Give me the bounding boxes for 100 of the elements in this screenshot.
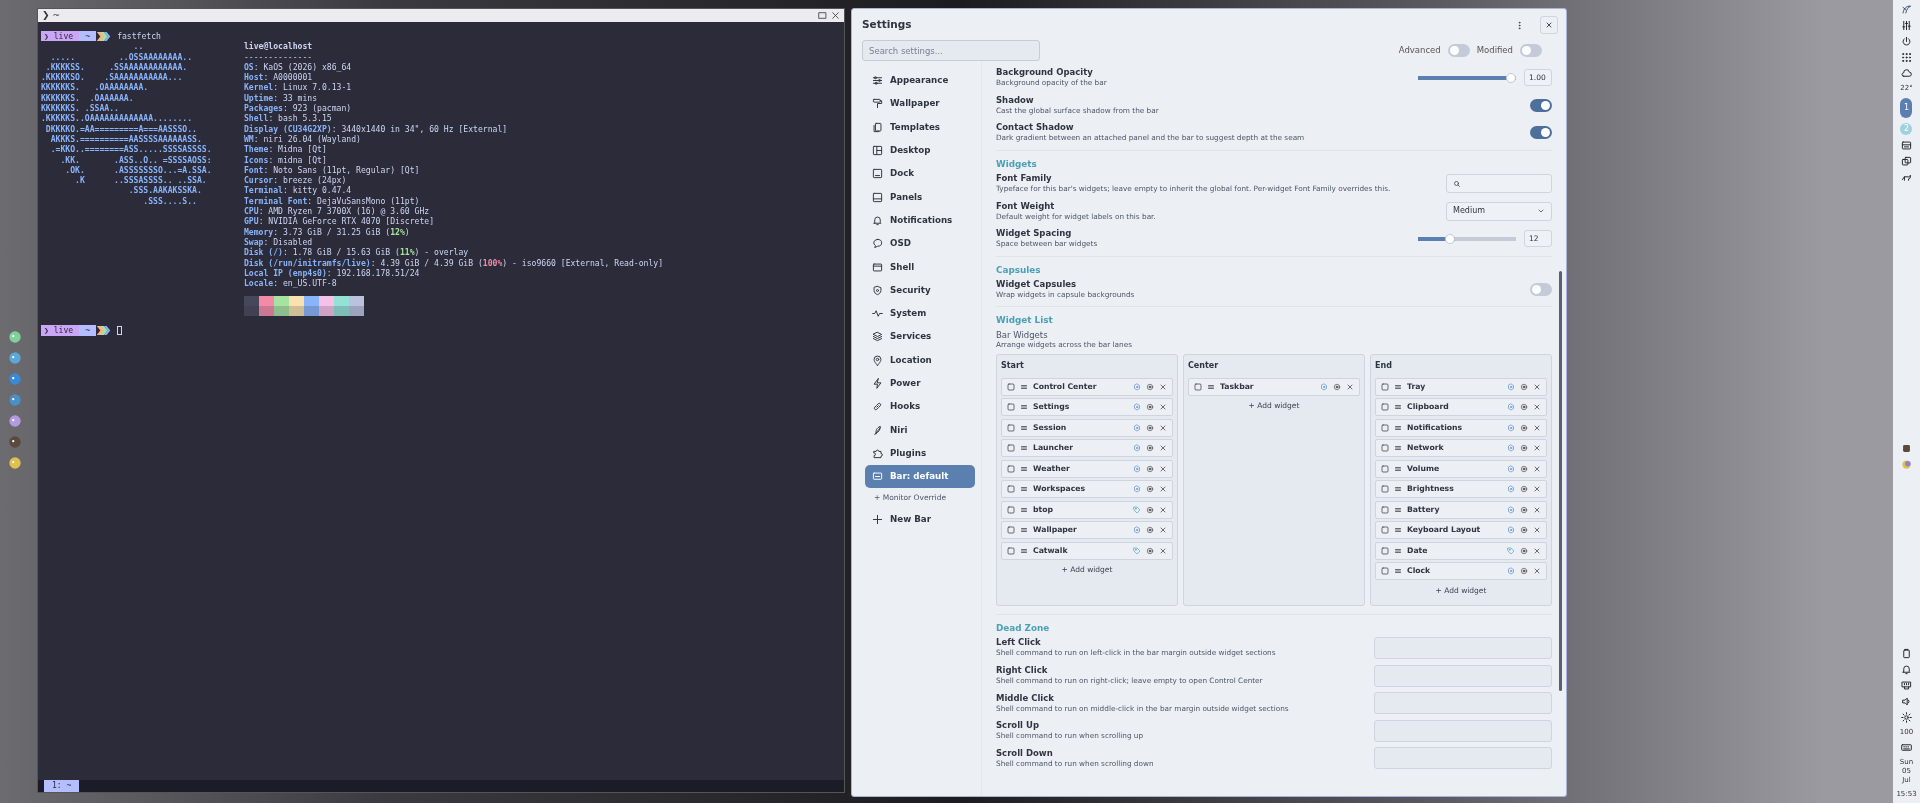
remove-button[interactable] (1159, 464, 1167, 473)
widget-settings-button[interactable] (1146, 444, 1154, 453)
remove-button[interactable] (1533, 546, 1541, 555)
checkbox-icon[interactable] (1381, 485, 1389, 494)
checkbox-icon[interactable] (1194, 382, 1202, 391)
checkbox-icon[interactable] (1381, 403, 1389, 412)
toggle-switch[interactable] (1530, 98, 1552, 112)
checkbox-icon[interactable] (1381, 505, 1389, 514)
workspace-button[interactable]: 1 (1900, 98, 1913, 118)
widget-settings-button[interactable] (1520, 464, 1528, 473)
command-field[interactable] (1374, 636, 1552, 659)
sidebar-item[interactable]: OSD (865, 232, 975, 256)
widget-settings-button[interactable] (1146, 485, 1154, 494)
widget-settings-button[interactable] (1520, 526, 1528, 535)
sidebar-item[interactable]: Dock (865, 162, 975, 186)
checkbox-icon[interactable] (1007, 444, 1015, 453)
widget-settings-button[interactable] (1146, 464, 1154, 473)
drag-handle-icon[interactable] (1020, 546, 1028, 555)
close-icon[interactable] (831, 11, 840, 20)
sidebar-item[interactable]: Power (865, 371, 975, 396)
remove-button[interactable] (1533, 505, 1541, 514)
command-field[interactable] (1374, 664, 1552, 687)
remove-button[interactable] (1533, 464, 1541, 473)
widget-settings-button[interactable] (1333, 382, 1341, 391)
sidebar-item[interactable]: Niri (865, 418, 975, 442)
speaker-icon[interactable] (1901, 696, 1912, 707)
drag-handle-icon[interactable] (1394, 382, 1402, 391)
remove-button[interactable] (1159, 546, 1167, 555)
remove-button[interactable] (1159, 423, 1167, 432)
checkbox-icon[interactable] (1007, 403, 1015, 412)
checkbox-icon[interactable] (1007, 464, 1015, 473)
widget-settings-button[interactable] (1146, 382, 1154, 391)
remove-button[interactable] (1159, 444, 1167, 453)
widget-settings-button[interactable] (1520, 444, 1528, 453)
sidebar-item[interactable]: Security (865, 278, 975, 302)
sidebar-item[interactable]: Shell (865, 255, 975, 279)
remove-button[interactable] (1533, 444, 1541, 453)
remove-button[interactable] (1533, 567, 1541, 576)
drag-handle-icon[interactable] (1394, 567, 1402, 576)
ethernet-icon[interactable] (1901, 680, 1912, 691)
drag-handle-icon[interactable] (1207, 382, 1215, 391)
drag-handle-icon[interactable] (1020, 464, 1028, 473)
widget-settings-button[interactable] (1520, 485, 1528, 494)
widget-settings-button[interactable] (1520, 403, 1528, 412)
command-field[interactable] (1374, 719, 1552, 742)
remove-button[interactable] (1159, 505, 1167, 514)
checkbox-icon[interactable] (1007, 546, 1015, 555)
drag-handle-icon[interactable] (1020, 403, 1028, 412)
widget-settings-button[interactable] (1146, 423, 1154, 432)
checkbox-icon[interactable] (1381, 526, 1389, 535)
checkbox-icon[interactable] (1007, 485, 1015, 494)
font-weight-select[interactable]: Medium (1446, 201, 1552, 221)
sidebar-item[interactable]: System (865, 301, 975, 326)
remove-button[interactable] (1533, 382, 1541, 391)
cloud-icon[interactable] (1901, 68, 1912, 79)
checkbox-icon[interactable] (1007, 505, 1015, 514)
checkbox-icon[interactable] (1007, 526, 1015, 535)
drag-handle-icon[interactable] (1020, 526, 1028, 535)
sidebar-item[interactable]: Templates (865, 115, 975, 139)
sidebar-item[interactable]: Notifications (865, 208, 975, 233)
command-field[interactable] (1374, 747, 1552, 770)
checkbox-icon[interactable] (1007, 423, 1015, 432)
terminal-tab[interactable]: 1: ~ (44, 780, 80, 792)
animal-icon[interactable] (1901, 172, 1912, 183)
checkbox-icon[interactable] (1381, 382, 1389, 391)
widget-settings-button[interactable] (1520, 546, 1528, 555)
drag-handle-icon[interactable] (1394, 505, 1402, 514)
remove-button[interactable] (1533, 423, 1541, 432)
widget-settings-button[interactable] (1146, 526, 1154, 535)
widget-settings-button[interactable] (1146, 505, 1154, 514)
drag-handle-icon[interactable] (1020, 485, 1028, 494)
widget-settings-button[interactable] (1520, 423, 1528, 432)
checkbox-icon[interactable] (1381, 444, 1389, 453)
scrollbar[interactable] (1559, 271, 1562, 691)
checkbox-icon[interactable] (1007, 382, 1015, 391)
toggle-switch[interactable] (1530, 126, 1552, 140)
toggle-switch[interactable] (1520, 44, 1542, 57)
drag-handle-icon[interactable] (1394, 546, 1402, 555)
font-search-field[interactable] (1446, 174, 1552, 194)
remove-button[interactable] (1533, 403, 1541, 412)
new-bar-button[interactable]: New Bar (865, 507, 975, 531)
drag-handle-icon[interactable] (1020, 382, 1028, 391)
toggle-switch[interactable] (1530, 282, 1552, 296)
drag-handle-icon[interactable] (1394, 403, 1402, 412)
sidebar-item[interactable]: Desktop (865, 138, 975, 163)
leaf-logo-icon[interactable] (1901, 4, 1912, 15)
more-icon[interactable] (1515, 20, 1524, 30)
monitor-icon[interactable] (1901, 140, 1912, 151)
drag-handle-icon[interactable] (1020, 444, 1028, 453)
drag-handle-icon[interactable] (1020, 423, 1028, 432)
power-icon[interactable] (1901, 36, 1912, 47)
checkbox-icon[interactable] (1381, 546, 1389, 555)
keyboard-icon[interactable] (1901, 742, 1912, 753)
sidebar-item[interactable]: Bar: default (865, 465, 975, 489)
bell-icon[interactable] (1901, 664, 1912, 675)
windows-icon[interactable] (1901, 156, 1912, 167)
widget-settings-button[interactable] (1520, 567, 1528, 576)
sidebar-item[interactable]: Location (865, 348, 975, 372)
drag-handle-icon[interactable] (1394, 423, 1402, 432)
sidebar-item[interactable]: Wallpaper (865, 92, 975, 116)
